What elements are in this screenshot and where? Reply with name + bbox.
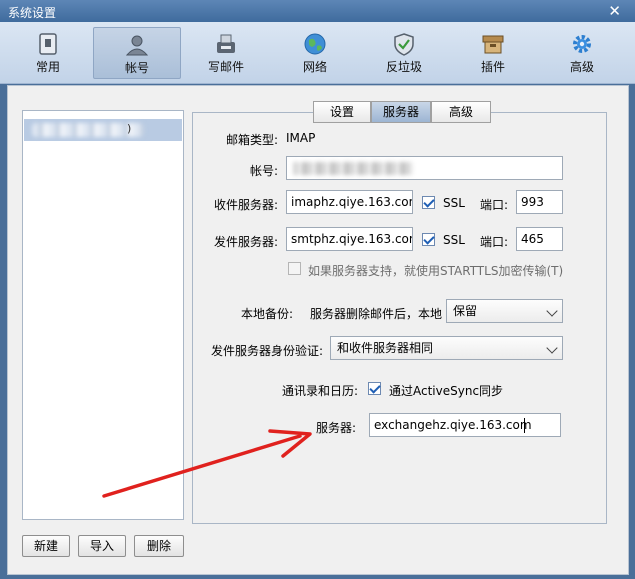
starttls-checkbox[interactable] [288,262,301,275]
incoming-server-label: 收件服务器: [213,198,278,212]
outgoing-ssl-checkbox[interactable] [422,233,435,246]
toolbar-advanced-label: 高级 [569,60,594,74]
account-list-item-selected[interactable]: ) [24,119,182,141]
compose-icon [217,34,235,53]
local-backup-value: 保留 [453,304,478,318]
incoming-server-input[interactable]: imaphz.qiye.163.com [286,190,413,214]
local-backup-label: 本地备份: [240,307,293,321]
outgoing-port-input[interactable]: 465 [516,227,563,251]
toolbar-general-label: 常用 [35,60,60,74]
contacts-calendar-label: 通讯录和日历: [281,384,358,398]
account-label: 帐号: [249,164,278,178]
exchange-server-input[interactable]: exchangehz.qiye.163.com [369,413,561,437]
outgoing-ssl-label: SSL [443,233,465,247]
local-backup-desc: 服务器删除邮件后，本地 [310,307,443,321]
chevron-down-icon [546,342,558,354]
settings-toolbar: 常用 帐号 写邮件 网络 反垃圾 插件 高级 [0,22,635,84]
mailbox-type-label: 邮箱类型: [225,133,278,147]
toolbar-compose-label: 写邮件 [207,60,244,74]
plugin-icon [482,35,504,54]
smtp-auth-label: 发件服务器身份验证: [210,344,323,358]
outgoing-server-input[interactable]: smtphz.qiye.163.com [286,227,413,251]
general-icon [39,33,57,55]
account-list[interactable]: ) [22,110,184,520]
antispam-icon [394,33,414,56]
text-caret [524,418,525,433]
advanced-icon [573,35,591,53]
starttls-label: 如果服务器支持，就使用STARTTLS加密传输(T) [308,264,564,278]
toolbar-advanced-button[interactable]: 高级 [538,27,626,79]
window-title: 系统设置 [8,6,57,20]
toolbar-account-button[interactable]: 帐号 [93,27,181,79]
new-account-button[interactable]: 新建 [22,535,70,557]
toolbar-plugin-button[interactable]: 插件 [449,27,537,79]
tab-advanced[interactable]: 高级 [431,101,491,123]
toolbar-general-button[interactable]: 常用 [4,27,92,79]
outgoing-server-label: 发件服务器: [213,235,278,249]
settings-content: ) 新建 导入 删除 设置 服务器 高级 邮箱类型: IMAP 帐号: 收件服务… [7,85,629,575]
incoming-port-input[interactable]: 993 [516,190,563,214]
account-item-suffix: ) [127,122,132,135]
incoming-ssl-label: SSL [443,196,465,210]
exchange-server-value: exchangehz.qiye.163.com [374,418,532,432]
activesync-checkbox[interactable] [368,382,381,395]
toolbar-network-button[interactable]: 网络 [271,27,359,79]
exchange-server-label: 服务器: [315,421,356,435]
toolbar-network-label: 网络 [302,60,327,74]
account-icon [125,35,149,56]
network-icon [304,33,326,55]
title-bar: 系统设置 ✕ [0,0,635,22]
delete-account-button[interactable]: 删除 [134,535,184,557]
import-account-button[interactable]: 导入 [78,535,126,557]
activesync-label: 通过ActiveSync同步 [389,384,504,398]
mailbox-type-value: IMAP [286,131,316,145]
tab-settings[interactable]: 设置 [313,101,371,123]
close-icon[interactable]: ✕ [608,2,621,20]
toolbar-plugin-label: 插件 [480,60,505,74]
toolbar-antispam-label: 反垃圾 [385,60,422,74]
smtp-auth-value: 和收件服务器相同 [337,341,434,355]
toolbar-antispam-button[interactable]: 反垃圾 [360,27,448,79]
redacted-account-value [293,162,413,175]
smtp-auth-select[interactable]: 和收件服务器相同 [330,336,563,360]
incoming-port-label: 端口: [480,198,509,212]
incoming-ssl-checkbox[interactable] [422,196,435,209]
tab-server[interactable]: 服务器 [371,101,431,123]
toolbar-account-label: 帐号 [124,61,149,75]
toolbar-compose-button[interactable]: 写邮件 [182,27,270,79]
chevron-down-icon [546,305,558,317]
local-backup-select[interactable]: 保留 [446,299,563,323]
outgoing-port-label: 端口: [480,235,509,249]
account-field[interactable] [286,156,563,180]
